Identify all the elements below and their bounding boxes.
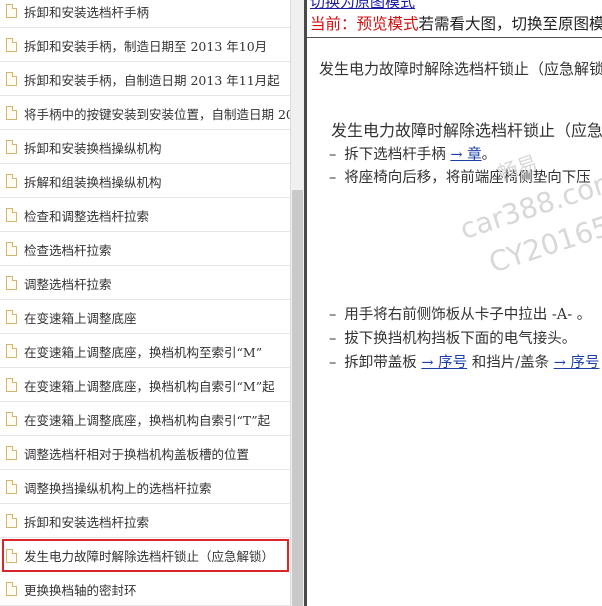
nav-item-label: 调整换挡操纵机构上的选档杆拉索	[24, 480, 212, 496]
nav-item[interactable]: 在变速箱上调整底座，换档机构至索引“M”	[0, 335, 290, 368]
nav-item[interactable]: 拆解和组装换档操纵机构	[0, 165, 290, 198]
nav-scrollbar[interactable]	[290, 0, 304, 606]
document-icon	[6, 582, 17, 596]
nav-item[interactable]: 检查选档杆拉索	[0, 233, 290, 266]
nav-item-label: 在变速箱上调整底座，换档机构至索引“M”	[24, 344, 263, 360]
document-icon	[6, 38, 17, 52]
nav-item[interactable]: 调整换挡操纵机构上的选档杆拉索	[0, 471, 290, 504]
step-text: 拆卸带盖板	[344, 355, 422, 371]
nav-pane: 拆卸和安装选档杆手柄拆卸和安装手柄，制造日期至 2013 年10月 拆卸和安装手柄…	[0, 0, 290, 606]
nav-item-label: 调整选档杆相对于换档机构盖板槽的位置	[24, 446, 250, 462]
nav-item-label: 将手柄中的按键安装到安装位置，自制造日期 2013	[24, 106, 290, 122]
document-icon	[6, 446, 17, 460]
document-icon	[6, 4, 17, 18]
document-icon	[6, 310, 17, 324]
nav-item-label: 拆卸和安装选档杆手柄	[24, 4, 150, 20]
document-icon	[6, 514, 17, 528]
nav-item[interactable]: 拆卸和安装选档杆手柄	[0, 0, 290, 28]
section-title: 发生电力故障时解除选档杆锁止（应急解锁）	[331, 121, 602, 140]
step-text: 将座椅向后移，将前端座椅侧垫向下压	[344, 170, 591, 186]
nav-item-label: 在变速箱上调整底座，换档机构自索引“M”起	[24, 378, 275, 394]
nav-item[interactable]: 在变速箱上调整底座	[0, 301, 290, 334]
nav-item-label: 拆卸和安装选档杆拉索	[24, 514, 150, 530]
nav-item[interactable]: 在变速箱上调整底座，换档机构自索引“T”起	[0, 403, 290, 436]
nav-item[interactable]: 调整选档杆相对于换档机构盖板槽的位置	[0, 437, 290, 470]
nav-item[interactable]: 将手柄中的按键安装到安装位置，自制造日期 2013	[0, 97, 290, 130]
nav-item[interactable]: 拆卸和安装手柄，制造日期至 2013 年10月	[0, 29, 290, 62]
document-icon	[6, 174, 17, 188]
nav-item-label: 在变速箱上调整底座，换档机构自索引“T”起	[24, 412, 271, 428]
nav-item-label: 拆卸和安装换档操纵机构	[24, 140, 162, 156]
nav-item-label: 更换换档轴的密封环	[24, 582, 137, 598]
step-text: 用手将右前侧饰板从卡子中拉出 -A- 。	[344, 307, 592, 323]
content-pane: 切换为原图模式 当前：预览模式若需看大图，切换至原图模式 发生电力故障时解除选档…	[307, 0, 602, 606]
sequence-link[interactable]: → 序号	[421, 355, 467, 371]
nav-item-label: 拆卸和安装手柄，制造日期至 2013 年10月	[24, 38, 268, 54]
watermark-line: CY20165	[484, 209, 602, 280]
step-item: – 将座椅向后移，将前端座椅侧垫向下压	[329, 170, 591, 186]
nav-item[interactable]: 更换换档轴的密封环	[0, 573, 290, 606]
nav-item-label: 拆解和组装换档操纵机构	[24, 174, 162, 190]
nav-item-label: 调整选档杆拉索	[24, 276, 112, 292]
document-icon	[6, 72, 17, 86]
document-icon	[6, 106, 17, 120]
switch-to-original-link[interactable]: 切换为原图模式	[310, 0, 415, 12]
nav-item-label: 拆卸和安装手柄，自制造日期 2013 年11月起	[24, 72, 280, 88]
nav-item-label: 在变速箱上调整底座	[24, 310, 137, 326]
nav-item[interactable]: 拆卸和安装选档杆拉索	[0, 505, 290, 538]
nav-list: 拆卸和安装选档杆手柄拆卸和安装手柄，制造日期至 2013 年10月 拆卸和安装手柄…	[0, 0, 290, 606]
document-icon	[6, 140, 17, 154]
mode-label: 当前：预览模式	[310, 15, 419, 33]
step-text: 拆下选档杆手柄	[344, 147, 451, 163]
mode-hint: 若需看大图，切换至原图模式	[418, 15, 602, 33]
nav-item[interactable]: 在变速箱上调整底座，换档机构自索引“M”起	[0, 369, 290, 402]
nav-item-label: 发生电力故障时解除选档杆锁止（应急解锁）	[24, 549, 275, 564]
step-item: – 拔下换挡机构挡板下面的电气接头。	[329, 331, 577, 347]
document-icon	[6, 208, 17, 222]
step-text: 拔下换挡机构挡板下面的电气接头。	[344, 331, 577, 347]
document-icon	[6, 412, 17, 426]
document-icon	[6, 242, 17, 256]
nav-item-selected[interactable]: 发生电力故障时解除选档杆锁止（应急解锁）	[2, 539, 289, 572]
sequence-link[interactable]: → 序号	[554, 355, 600, 371]
document-icon	[6, 378, 17, 392]
document-title: 发生电力故障时解除选档杆锁止（应急解锁）	[319, 60, 602, 78]
header-divider	[307, 37, 602, 38]
step-item: – 用手将右前侧饰板从卡子中拉出 -A- 。	[329, 307, 592, 323]
step-item: – 拆卸带盖板 → 序号 和挡片/盖条 → 序号	[329, 355, 600, 371]
document-icon	[6, 344, 17, 358]
chapter-link[interactable]: → 章	[450, 147, 481, 163]
nav-item[interactable]: 检查和调整选档杆拉索	[0, 199, 290, 232]
step-tail: 和挡片/盖条	[467, 355, 554, 371]
mode-status: 当前：预览模式若需看大图，切换至原图模式	[310, 12, 602, 34]
step-item: – 拆下选档杆手柄 → 章。	[329, 147, 497, 163]
scrollbar-thumb[interactable]	[292, 190, 303, 606]
document-icon	[6, 480, 17, 494]
document-icon	[6, 548, 17, 563]
nav-item[interactable]: 拆卸和安装换档操纵机构	[0, 131, 290, 164]
nav-item-label: 检查和调整选档杆拉索	[24, 208, 150, 224]
nav-item-label: 检查选档杆拉索	[24, 242, 112, 258]
nav-item[interactable]: 调整选档杆拉索	[0, 267, 290, 300]
nav-item[interactable]: 拆卸和安装手柄，自制造日期 2013 年11月起	[0, 63, 290, 96]
document-icon	[6, 276, 17, 290]
step-tail: 。	[481, 147, 497, 163]
